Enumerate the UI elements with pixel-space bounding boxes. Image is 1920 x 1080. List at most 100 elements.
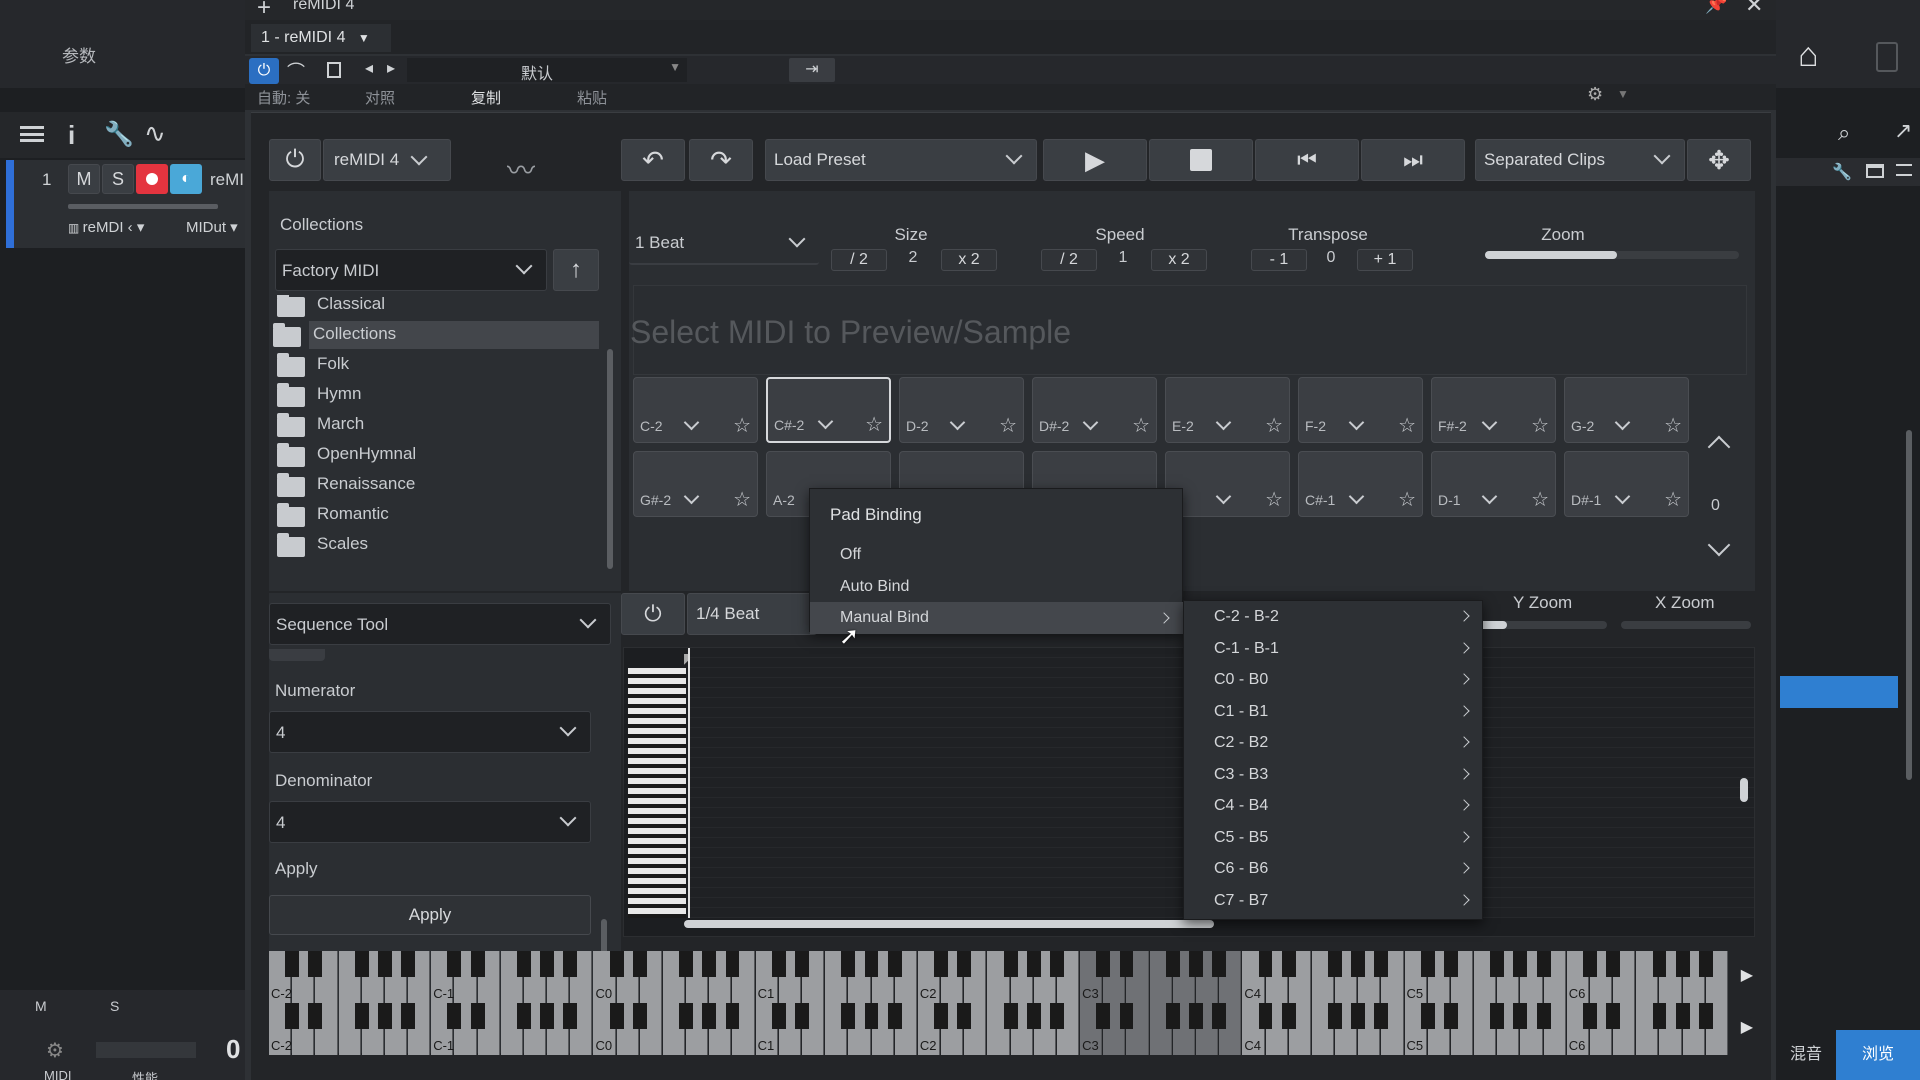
pad[interactable]: F-2 ☆ — [1298, 377, 1423, 443]
black-key[interactable] — [632, 951, 647, 977]
size-double-button[interactable]: x 2 — [941, 249, 997, 271]
speed-halve-button[interactable]: / 2 — [1041, 249, 1097, 271]
pad-chevron-icon[interactable] — [1348, 488, 1365, 505]
black-key[interactable] — [1536, 951, 1551, 977]
black-key[interactable] — [563, 951, 578, 977]
skip-forward-button[interactable]: ⏭ — [1361, 139, 1465, 181]
black-key[interactable] — [354, 1003, 369, 1029]
play-button[interactable]: ▶ — [1043, 139, 1147, 181]
black-key[interactable] — [377, 1003, 392, 1029]
plugin-name-select[interactable]: reMIDI 4 — [323, 139, 451, 181]
roll-power-button[interactable]: ⏻ — [621, 593, 685, 635]
size-halve-button[interactable]: / 2 — [831, 249, 887, 271]
undo-button[interactable]: ↶ — [621, 139, 685, 181]
roll-v-scrollbar[interactable] — [1740, 778, 1748, 802]
x-zoom-slider[interactable] — [1621, 621, 1751, 629]
pad-chevron-icon[interactable] — [817, 413, 834, 430]
black-key[interactable] — [285, 951, 300, 977]
keyboard-scroll-icon[interactable]: ▶ — [1741, 965, 1753, 985]
black-key[interactable] — [1583, 1003, 1597, 1029]
black-key[interactable] — [1003, 951, 1018, 977]
folder-scrollbar[interactable] — [607, 349, 613, 569]
record-button[interactable] — [136, 164, 168, 194]
pad-chevron-icon[interactable] — [1215, 414, 1232, 431]
info-icon[interactable]: i — [68, 120, 75, 151]
black-key[interactable] — [563, 1003, 578, 1029]
black-key[interactable] — [1351, 1003, 1366, 1029]
tool-wrench-icon[interactable]: 🔧 — [1832, 162, 1852, 182]
black-key[interactable] — [1698, 1003, 1713, 1029]
skip-back-button[interactable]: ⏮ — [1255, 139, 1359, 181]
pad-keyboard-bottom[interactable]: C-2 C-1 C0 C1 C2 C3 C4 C5 C6 ▶ — [269, 1003, 1759, 1055]
pad-chevron-icon[interactable] — [1082, 414, 1099, 431]
pad-chevron-icon[interactable] — [1614, 488, 1631, 505]
bottom-m-label[interactable]: M — [35, 998, 47, 1014]
black-key[interactable] — [1675, 1003, 1690, 1029]
keyboard-scroll-icon[interactable]: ▶ — [1741, 1017, 1753, 1037]
folder-item[interactable]: Hymn — [273, 381, 599, 409]
submenu-item[interactable]: C-2 - B-2 — [1184, 601, 1482, 633]
folder-item[interactable]: Classical — [273, 295, 599, 319]
wrench-icon[interactable]: 🔧 — [104, 120, 134, 149]
black-key[interactable] — [1096, 1003, 1111, 1029]
black-key[interactable] — [887, 951, 902, 977]
preset-select[interactable]: 默认 ▼ — [407, 58, 687, 83]
black-key[interactable] — [1490, 1003, 1505, 1029]
pad-keyboard-top[interactable]: C-2 C-1 C0 C1 C2 C3 C4 C5 C6 ▶ — [269, 951, 1759, 1003]
folder-item[interactable]: Collections — [273, 321, 599, 349]
menu-item[interactable]: Auto Bind — [810, 571, 1184, 603]
black-key[interactable] — [285, 1003, 300, 1029]
black-key[interactable] — [1212, 951, 1227, 977]
pad-page-up-button[interactable] — [1699, 421, 1743, 465]
black-key[interactable] — [864, 951, 879, 977]
track-name[interactable]: reMI — [210, 170, 244, 190]
pad-chevron-icon[interactable] — [683, 414, 700, 431]
pad-chevron-icon[interactable] — [1481, 488, 1498, 505]
up-folder-button[interactable]: ↑ — [553, 249, 599, 291]
black-key[interactable] — [934, 951, 948, 977]
bottom-s-label[interactable]: S — [110, 998, 119, 1014]
pad-star-icon[interactable]: ☆ — [1531, 487, 1549, 512]
pad-star-icon[interactable]: ☆ — [1398, 413, 1416, 438]
search-icon[interactable]: ⌕ — [1838, 120, 1850, 146]
pad-star-icon[interactable]: ☆ — [1398, 487, 1416, 512]
black-key[interactable] — [771, 951, 786, 977]
black-key[interactable] — [1026, 951, 1041, 977]
black-key[interactable] — [795, 951, 809, 977]
pad[interactable]: E-2 ☆ — [1165, 377, 1290, 443]
pad-star-icon[interactable]: ☆ — [733, 487, 751, 512]
black-key[interactable] — [957, 1003, 972, 1029]
sequence-tool-select[interactable]: Sequence Tool — [269, 603, 611, 645]
automation-icon[interactable]: ∿ — [144, 118, 166, 149]
black-key[interactable] — [470, 951, 485, 977]
black-key[interactable] — [1420, 1003, 1435, 1029]
black-key[interactable] — [609, 1003, 624, 1029]
y-zoom-slider[interactable] — [1477, 621, 1607, 629]
redo-button[interactable]: ↷ — [689, 139, 753, 181]
black-key[interactable] — [1374, 951, 1389, 977]
black-key[interactable] — [795, 1003, 809, 1029]
black-key[interactable] — [377, 951, 392, 977]
pad-chevron-icon[interactable] — [1348, 414, 1365, 431]
black-key[interactable] — [1049, 1003, 1064, 1029]
numerator-select[interactable]: 4 — [269, 711, 591, 753]
pad-star-icon[interactable]: ☆ — [1265, 413, 1283, 438]
black-key[interactable] — [447, 951, 462, 977]
add-icon[interactable]: + — [257, 0, 271, 22]
black-key[interactable] — [1513, 951, 1528, 977]
black-key[interactable] — [609, 951, 624, 977]
submenu-item[interactable]: C3 - B3 — [1184, 759, 1482, 791]
pad[interactable]: D#-2 ☆ — [1032, 377, 1157, 443]
black-key[interactable] — [1675, 951, 1690, 977]
black-key[interactable] — [1328, 1003, 1342, 1029]
transpose-up-button[interactable]: + 1 — [1357, 249, 1413, 271]
settings-gear-icon[interactable]: ⚙ — [1587, 84, 1603, 105]
prev-preset-icon[interactable]: ◂ — [365, 58, 373, 78]
submenu-item[interactable]: C4 - B4 — [1184, 790, 1482, 822]
expand-icon[interactable]: ↗ — [1894, 118, 1912, 144]
pin-icon[interactable]: 📌 — [1705, 0, 1727, 15]
black-key[interactable] — [679, 1003, 694, 1029]
menu-item[interactable]: Off — [810, 539, 1184, 571]
black-key[interactable] — [1212, 1003, 1227, 1029]
black-key[interactable] — [864, 1003, 879, 1029]
